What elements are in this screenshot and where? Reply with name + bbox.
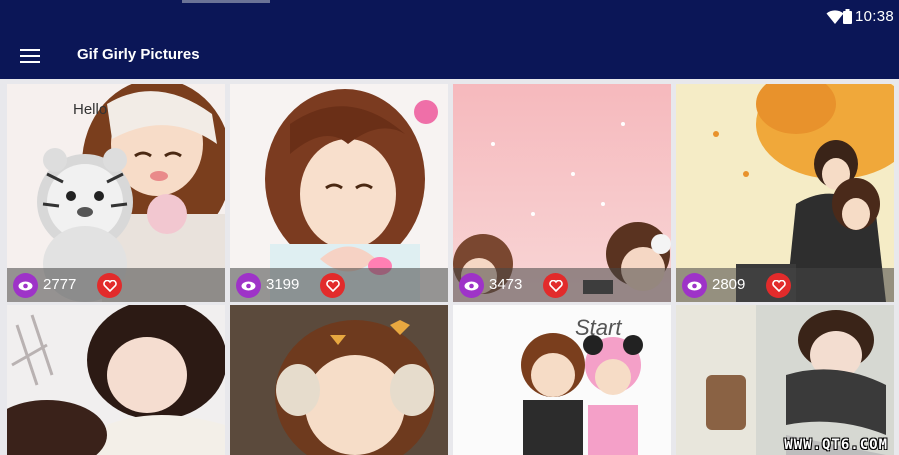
eye-icon xyxy=(236,273,261,298)
start-couple-image: Start xyxy=(453,305,671,455)
tile-stats-bar: 2809 xyxy=(676,268,894,302)
hamburger-menu-icon[interactable] xyxy=(18,44,42,68)
grid-tile[interactable]: Hello 2777 xyxy=(7,84,225,302)
grid-tile[interactable]: Start xyxy=(453,305,671,455)
girl-earmuffs-image xyxy=(230,305,448,455)
tile-stats-bar: 3473 xyxy=(453,268,671,302)
tile-stats-bar: 2777 xyxy=(7,268,225,302)
eye-icon xyxy=(459,273,484,298)
grid-tile[interactable]: 2809 xyxy=(676,84,894,302)
winter-couple-image xyxy=(7,305,225,455)
eye-icon xyxy=(682,273,707,298)
grid-tile[interactable]: 3473 xyxy=(453,84,671,302)
status-indicator xyxy=(182,0,270,3)
tile-stats-bar: 3199 xyxy=(230,268,448,302)
app-title: Gif Girly Pictures xyxy=(77,46,200,63)
heart-icon[interactable] xyxy=(766,273,791,298)
heart-icon[interactable] xyxy=(97,273,122,298)
battery-icon xyxy=(843,9,852,24)
grid-tile[interactable] xyxy=(7,305,225,455)
scarf-couple-image xyxy=(676,305,894,455)
svg-text:Start: Start xyxy=(575,315,622,340)
eye-icon xyxy=(13,273,38,298)
view-count: 2777 xyxy=(43,276,77,293)
status-bar: 10:38 xyxy=(0,0,899,33)
view-count: 3199 xyxy=(266,276,300,293)
grid-tile[interactable] xyxy=(230,305,448,455)
clock-time: 10:38 xyxy=(855,8,895,25)
grid-tile[interactable]: 3199 xyxy=(230,84,448,302)
watermark-text: WWW.QT6.COM xyxy=(784,437,888,453)
wifi-icon xyxy=(826,10,844,24)
app-bar: Gif Girly Pictures xyxy=(0,33,899,79)
view-count: 3473 xyxy=(489,276,523,293)
svg-text:Hello: Hello xyxy=(73,101,107,118)
heart-icon[interactable] xyxy=(320,273,345,298)
image-grid: Hello 2777 3199 3473 2809 Start WWW.QT6.… xyxy=(0,79,899,455)
heart-icon[interactable] xyxy=(543,273,568,298)
view-count: 2809 xyxy=(712,276,746,293)
grid-tile[interactable]: WWW.QT6.COM xyxy=(676,305,894,455)
